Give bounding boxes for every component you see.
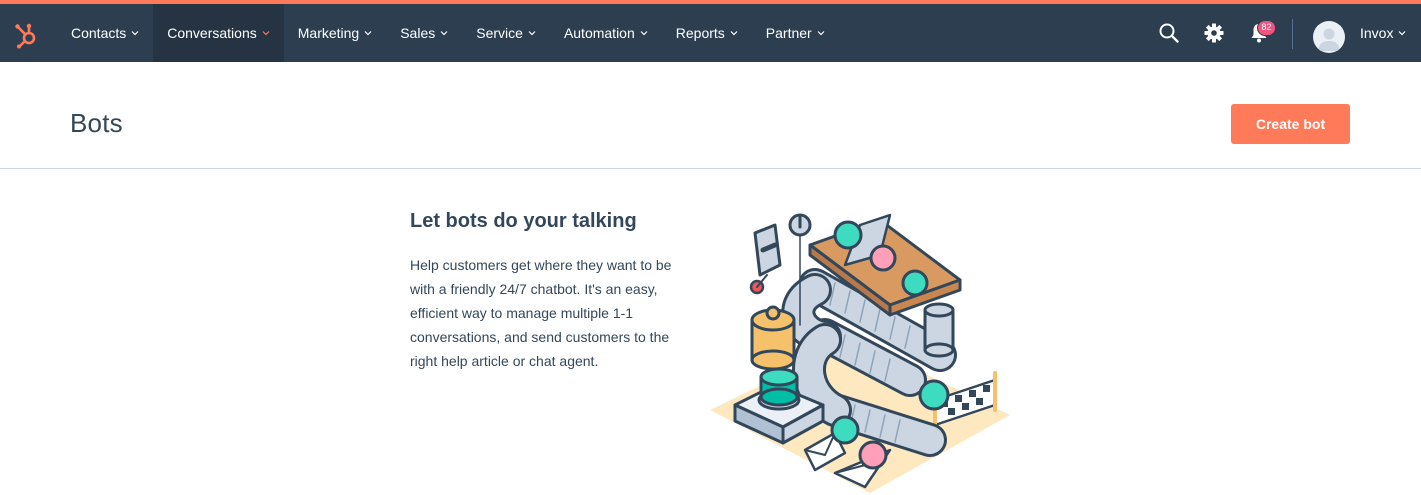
avatar[interactable] [1313,21,1345,53]
nav-divider [1292,19,1293,49]
chevron-down-icon [364,30,372,36]
nav-contacts[interactable]: Contacts [57,4,153,62]
notification-count-badge: 82 [1257,20,1276,36]
top-navigation-bar: Contacts Conversations Marketing Sales S… [0,4,1421,62]
nav-conversations[interactable]: Conversations [153,4,284,62]
nav-sales[interactable]: Sales [386,4,462,62]
nav-marketing-label: Marketing [297,25,360,41]
chevron-down-icon [262,30,270,36]
nav-partner-label: Partner [765,25,812,41]
search-icon[interactable] [1157,21,1181,45]
user-silhouette-icon [1318,28,1340,51]
chevron-down-icon [131,30,139,36]
nav-reports[interactable]: Reports [662,4,752,62]
page-header: Bots Create bot [0,62,1421,169]
chevron-down-icon [528,30,536,36]
page-title: Bots [70,108,123,138]
nav-service-label: Service [476,25,523,41]
nav-partner[interactable]: Partner [752,4,839,62]
chevron-down-icon [640,30,648,36]
chevron-down-icon [730,30,738,36]
account-name: Invox [1360,25,1394,41]
bot-machine-illustration [710,213,1010,493]
account-menu[interactable]: Invox [1360,4,1406,62]
chevron-down-icon [817,30,825,36]
create-bot-button[interactable]: Create bot [1231,104,1350,144]
nav-conversations-label: Conversations [167,25,257,41]
settings-gear-icon[interactable] [1202,21,1226,45]
nav-marketing[interactable]: Marketing [284,4,386,62]
nav-service[interactable]: Service [462,4,550,62]
chevron-down-icon [440,30,448,36]
empty-state-description: Help customers get where they want to be… [410,257,672,369]
chevron-down-icon [1398,30,1406,36]
empty-state-heading: Let bots do your talking [410,210,637,232]
nav-automation[interactable]: Automation [550,4,662,62]
main-menu: Contacts Conversations Marketing Sales S… [57,4,839,62]
nav-reports-label: Reports [675,25,725,41]
nav-automation-label: Automation [563,25,635,41]
nav-contacts-label: Contacts [71,25,127,41]
sprocket-logo-icon[interactable] [12,21,40,49]
nav-sales-label: Sales [400,25,436,41]
